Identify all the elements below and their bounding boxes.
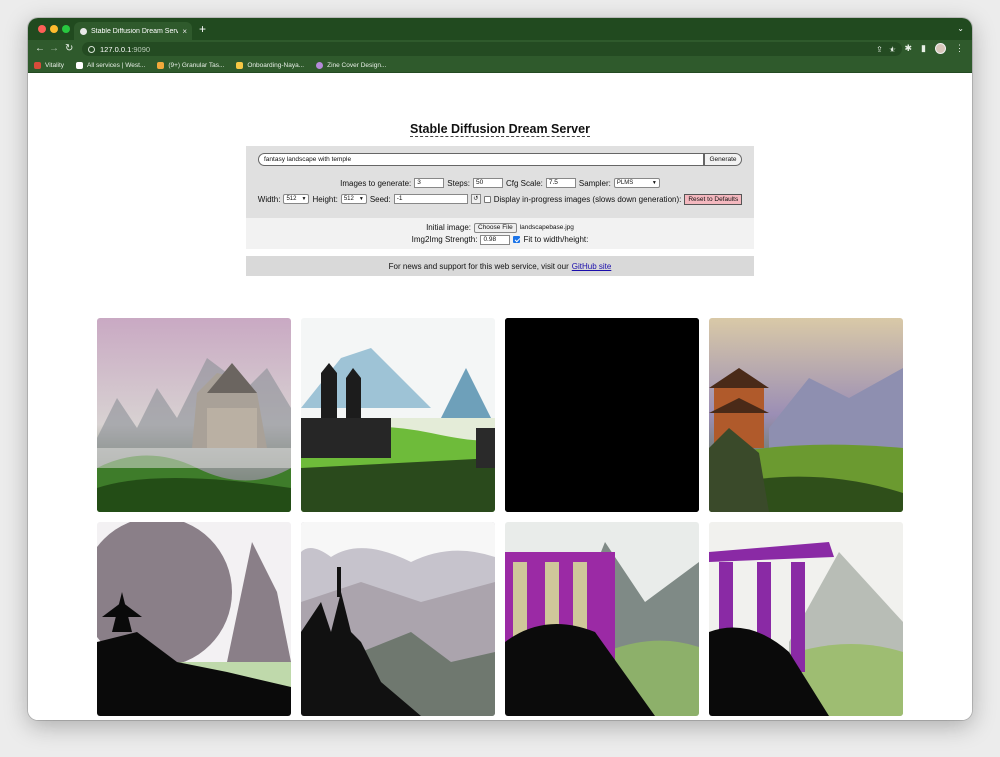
pagoda-purple-hills <box>709 318 903 512</box>
bookmark-icon <box>157 61 165 69</box>
bookmark-item[interactable]: Vitality <box>34 61 64 69</box>
gallery-image[interactable] <box>97 522 291 716</box>
puzzle-icon[interactable]: ✱ <box>905 43 913 54</box>
options-row-1: Images to generate: 3 Steps: 50 Cfg Scal… <box>246 177 754 189</box>
sampler-label: Sampler: <box>578 178 611 188</box>
reset-seed-icon[interactable]: ↺ <box>470 194 481 204</box>
bookmark-item[interactable]: Onboarding-Naya... <box>236 61 304 69</box>
globe-icon <box>80 27 87 35</box>
prompt-row: fantasy landscape with temple Generate <box>258 153 742 166</box>
strength-label: Img2Img Strength: <box>411 235 478 244</box>
address-bar[interactable]: 127.0.0.1:9090 ⇪ ☆ <box>82 42 902 56</box>
gallery-image[interactable] <box>709 522 903 716</box>
reload-button[interactable]: ↻ <box>65 43 73 55</box>
reset-defaults-button[interactable]: Reset to Defaults <box>684 193 743 205</box>
news-banner: For news and support for this web servic… <box>246 256 754 276</box>
pagoda-valley-blue-mountains <box>301 318 495 512</box>
options-row-2: Width: 512 ▼ Height: 512 ▼ Seed: -1 ↺ Disp… <box>246 193 754 205</box>
width-label: Width: <box>257 194 281 204</box>
prompt-input[interactable]: fantasy landscape with temple <box>258 153 704 166</box>
gallery-image[interactable] <box>505 522 699 716</box>
silhouette-temple-clouds <box>301 522 495 716</box>
fit-label: Fit to width/height: <box>523 235 589 244</box>
kebab-menu-icon[interactable]: ⋮ <box>955 43 964 54</box>
browser-toolbar: ← → ↻ 127.0.0.1:9090 ⇪ ☆ ◐ ✱ ▮ ⋮ <box>28 40 972 58</box>
black-image <box>505 318 699 512</box>
generation-form: fantasy landscape with temple Generate I… <box>246 146 754 218</box>
tab-active[interactable]: Stable Diffusion Dream Server × <box>74 22 192 40</box>
extension-icon[interactable]: ◐ <box>890 44 895 54</box>
github-link[interactable]: GitHub site <box>572 262 612 271</box>
news-text: For news and support for this web servic… <box>388 261 569 271</box>
width-select[interactable]: 512 ▼ <box>283 194 310 204</box>
bookmark-item[interactable]: (9+) Granular Tas... <box>157 61 224 69</box>
share-icon[interactable]: ⇪ <box>876 45 883 54</box>
height-label: Height: <box>312 194 338 204</box>
gallery-image[interactable] <box>301 522 495 716</box>
info-icon[interactable] <box>88 45 95 53</box>
tab-strip: Stable Diffusion Dream Server × + ⌄ <box>28 18 972 40</box>
strength-input[interactable]: 0.98 <box>480 234 511 245</box>
page-content: Stable Diffusion Dream Server fantasy la… <box>28 74 972 720</box>
bookmark-item[interactable]: Zine Cover Design... <box>316 61 386 69</box>
page-title: Stable Diffusion Dream Server <box>410 122 590 137</box>
steps-input[interactable]: 50 <box>472 178 503 188</box>
tab-title: Stable Diffusion Dream Server <box>91 27 179 35</box>
close-window-button[interactable] <box>38 25 46 33</box>
purple-columns-ruins <box>505 522 699 716</box>
progress-images-label: Display in-progress images (slows down g… <box>493 194 682 204</box>
bookmark-icon <box>34 61 41 69</box>
fit-checkbox[interactable] <box>513 236 521 243</box>
url-host: 127.0.0.1 <box>100 44 132 54</box>
gallery-image[interactable] <box>97 318 291 512</box>
zoom-window-button[interactable] <box>62 25 70 33</box>
tab-close-icon[interactable]: × <box>182 27 192 36</box>
avatar[interactable] <box>935 43 946 54</box>
images-label: Images to generate: <box>340 178 412 188</box>
choose-file-button[interactable]: Choose File <box>474 222 517 233</box>
steps-label: Steps: <box>447 178 470 188</box>
gallery-image[interactable] <box>709 318 903 512</box>
cfg-label: Cfg Scale: <box>505 178 543 188</box>
progress-images-checkbox[interactable] <box>483 195 491 203</box>
back-button[interactable]: ← <box>35 43 45 55</box>
height-select[interactable]: 512 ▼ <box>340 194 367 204</box>
gallery-image[interactable] <box>505 318 699 512</box>
browser-window: Stable Diffusion Dream Server × + ⌄ ← → … <box>28 18 972 720</box>
chevron-down-icon: ▼ <box>651 180 657 186</box>
bookmark-icon <box>76 61 84 69</box>
chevron-down-icon[interactable]: ⌄ <box>957 24 964 33</box>
chevron-down-icon: ▼ <box>358 196 364 202</box>
initial-image-label: Initial image: <box>426 223 471 232</box>
seed-label: Seed: <box>369 194 391 204</box>
bookmarks-bar: Vitality All services | West... (9+) Gra… <box>28 58 972 73</box>
bookmark-icon <box>236 61 244 69</box>
url-port: :9090 <box>131 44 151 54</box>
silhouette-moon-temple <box>97 522 291 716</box>
gallery-image[interactable] <box>301 318 495 512</box>
sampler-select[interactable]: PLMS ▼ <box>613 178 660 188</box>
page-title-wrap: Stable Diffusion Dream Server <box>28 122 972 137</box>
purple-torii-gate <box>709 522 903 716</box>
new-tab-button[interactable]: + <box>199 22 206 36</box>
temple-palace-misty <box>97 318 291 512</box>
forward-button[interactable]: → <box>49 43 59 55</box>
cfg-input[interactable]: 7.5 <box>545 178 576 188</box>
initial-image-panel: Initial image: Choose File landscapebase… <box>246 218 754 249</box>
bookmark-icon <box>316 61 324 69</box>
minimize-window-button[interactable] <box>50 25 58 33</box>
images-input[interactable]: 3 <box>414 178 445 188</box>
sidebar-icon[interactable]: ▮ <box>921 43 926 54</box>
bookmark-item[interactable]: All services | West... <box>76 61 145 69</box>
file-name: landscapebase.jpg <box>519 224 574 231</box>
seed-input[interactable]: -1 <box>393 194 468 204</box>
generate-button[interactable]: Generate <box>704 153 742 166</box>
image-gallery <box>97 318 903 718</box>
initial-image-row: Initial image: Choose File landscapebase… <box>246 222 754 233</box>
strength-row: Img2Img Strength: 0.98 Fit to width/heig… <box>246 234 754 245</box>
chevron-down-icon: ▼ <box>301 196 307 202</box>
